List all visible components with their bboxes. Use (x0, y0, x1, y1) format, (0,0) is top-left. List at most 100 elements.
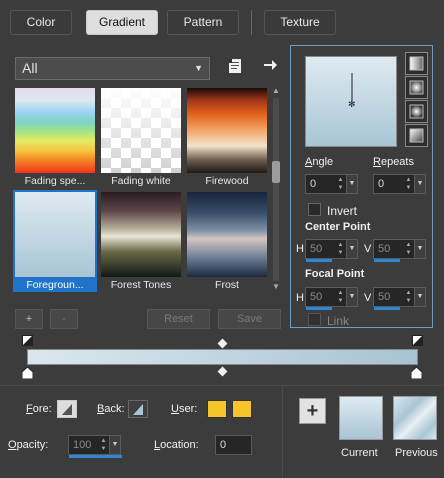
gradient-library: Fading spe... Fading white Firewood Fore… (13, 86, 268, 294)
link-checkbox[interactable] (308, 313, 321, 326)
color-stop-left-icon[interactable] (21, 366, 34, 380)
spin-arrows-icon[interactable]: ▲ ▼ (336, 289, 345, 305)
previous-gradient-swatch[interactable] (393, 396, 437, 440)
focal-h-bar (306, 307, 332, 310)
current-gradient-swatch[interactable] (339, 396, 383, 440)
center-h-input[interactable]: 50 ▲ ▼ ▼ (305, 239, 358, 262)
scroll-track[interactable] (273, 98, 279, 281)
focal-h-value: 50 (310, 291, 323, 303)
center-h-bar (306, 259, 332, 262)
angle-label-text: ngle (312, 156, 334, 168)
focal-h-input[interactable]: 50 ▲ ▼ ▼ (305, 287, 358, 310)
gradient-item[interactable]: Fading spe... (13, 86, 97, 188)
center-v-input[interactable]: 50 ▲ ▼ ▼ (373, 239, 426, 262)
opacity-bar (69, 455, 122, 458)
remove-gradient-button[interactable]: - (50, 309, 78, 329)
rectangular-style-button[interactable] (405, 76, 428, 99)
scroll-up-icon[interactable]: ▲ (270, 86, 282, 95)
spin-arrows-icon[interactable]: ▲ ▼ (99, 437, 108, 453)
center-v-value: 50 (378, 243, 391, 255)
gradient-thumbnail (15, 192, 95, 277)
focal-point-label: Focal Point (305, 268, 365, 280)
gradient-item-selected[interactable]: Foregroun... (13, 190, 97, 292)
back-color-swatch[interactable] (128, 400, 148, 418)
chevron-down-icon[interactable]: ▼ (109, 436, 120, 454)
user-label: User: (171, 403, 198, 415)
tab-gradient[interactable]: Gradient (86, 10, 158, 35)
gradient-item-label: Foregroun... (26, 279, 84, 291)
invert-checkbox[interactable] (308, 203, 321, 216)
gradient-filter-value: All (22, 60, 38, 76)
top-midpoint-marker[interactable] (217, 338, 228, 349)
divider (282, 386, 283, 478)
gradient-editor-bar[interactable] (27, 349, 418, 365)
user-color-swatch-1[interactable] (207, 400, 227, 418)
center-v-label: V (364, 243, 372, 255)
fore-color-swatch[interactable] (57, 400, 77, 418)
center-point-label: Center Point (305, 221, 371, 233)
chevron-down-icon[interactable]: ▼ (414, 240, 425, 258)
reset-button[interactable]: Reset (147, 309, 210, 329)
bottom-midpoint-marker[interactable] (217, 366, 228, 377)
gradient-filter-dropdown[interactable]: All ▼ (15, 57, 210, 80)
invert-label: Invert (327, 204, 358, 218)
location-label: Location: (154, 439, 199, 451)
tab-pattern[interactable]: Pattern (167, 10, 239, 35)
angle-label: Angle (305, 156, 334, 168)
focal-v-label: V (364, 292, 372, 304)
chevron-down-icon[interactable]: ▼ (346, 240, 357, 258)
user-color-swatch-2[interactable] (232, 400, 252, 418)
save-button[interactable]: Save (218, 309, 281, 329)
spin-arrows-icon[interactable]: ▲ ▼ (336, 241, 345, 257)
angle-input[interactable]: 0 ▲ ▼ ▼ (305, 174, 358, 194)
gradient-thumbnail (187, 192, 267, 277)
divider (0, 385, 444, 386)
spin-arrows-icon[interactable]: ▲ ▼ (336, 176, 345, 192)
previous-label: Previous (395, 447, 438, 459)
back-stop-marker-icon[interactable] (412, 335, 423, 346)
gradient-item[interactable]: Forest Tones (99, 190, 183, 292)
arrow-right-icon[interactable] (262, 57, 278, 73)
color-stop-right-icon[interactable] (410, 366, 423, 380)
gradient-item[interactable]: Fading white (99, 86, 183, 188)
spin-arrows-icon[interactable]: ▲ ▼ (404, 289, 413, 305)
chevron-down-icon[interactable]: ▼ (414, 288, 425, 306)
chevron-down-icon[interactable]: ▼ (346, 175, 357, 193)
scroll-down-icon[interactable]: ▼ (270, 282, 282, 291)
chevron-down-icon[interactable]: ▼ (414, 175, 425, 193)
gradient-item-label: Firewood (205, 175, 249, 187)
gradient-thumbnail (187, 88, 267, 173)
opacity-input[interactable]: 100 ▲ ▼ ▼ (68, 435, 122, 458)
back-label: Back: (97, 403, 125, 415)
gradient-thumbnail (15, 88, 95, 173)
library-scrollbar[interactable]: ▲ ▼ (270, 86, 282, 294)
repeats-label-text: epeats (380, 156, 414, 168)
angle-value: 0 (310, 178, 317, 190)
center-h-label: H (296, 243, 304, 255)
radial-style-button[interactable] (405, 124, 428, 147)
focal-v-input[interactable]: 50 ▲ ▼ ▼ (373, 287, 426, 310)
sunburst-style-button[interactable] (405, 100, 428, 123)
add-to-swatches-button[interactable]: + (299, 398, 326, 424)
tab-texture[interactable]: Texture (264, 10, 336, 35)
chevron-down-icon: ▼ (194, 63, 203, 73)
fore-stop-marker-icon[interactable] (22, 335, 33, 346)
linear-style-button[interactable] (405, 52, 428, 75)
spin-arrows-icon[interactable]: ▲ ▼ (404, 241, 413, 257)
gradient-thumbnail (101, 192, 181, 277)
gradient-item[interactable]: Firewood (185, 86, 269, 188)
center-v-bar (374, 259, 400, 262)
scroll-thumb[interactable] (272, 161, 280, 183)
repeats-value: 0 (378, 178, 385, 190)
gradient-preview[interactable]: ✻ (305, 56, 397, 147)
tab-color[interactable]: Color (10, 10, 72, 35)
chevron-down-icon[interactable]: ▼ (346, 288, 357, 306)
opacity-value: 100 (73, 439, 92, 451)
resource-manager-icon[interactable] (227, 58, 243, 74)
gradient-item[interactable]: Frost (185, 190, 269, 292)
repeats-input[interactable]: 0 ▲ ▼ ▼ (373, 174, 426, 194)
add-gradient-button[interactable]: + (15, 309, 43, 329)
link-label: Link (327, 314, 350, 328)
location-input[interactable]: 0 (215, 435, 252, 455)
spin-arrows-icon[interactable]: ▲ ▼ (404, 176, 413, 192)
